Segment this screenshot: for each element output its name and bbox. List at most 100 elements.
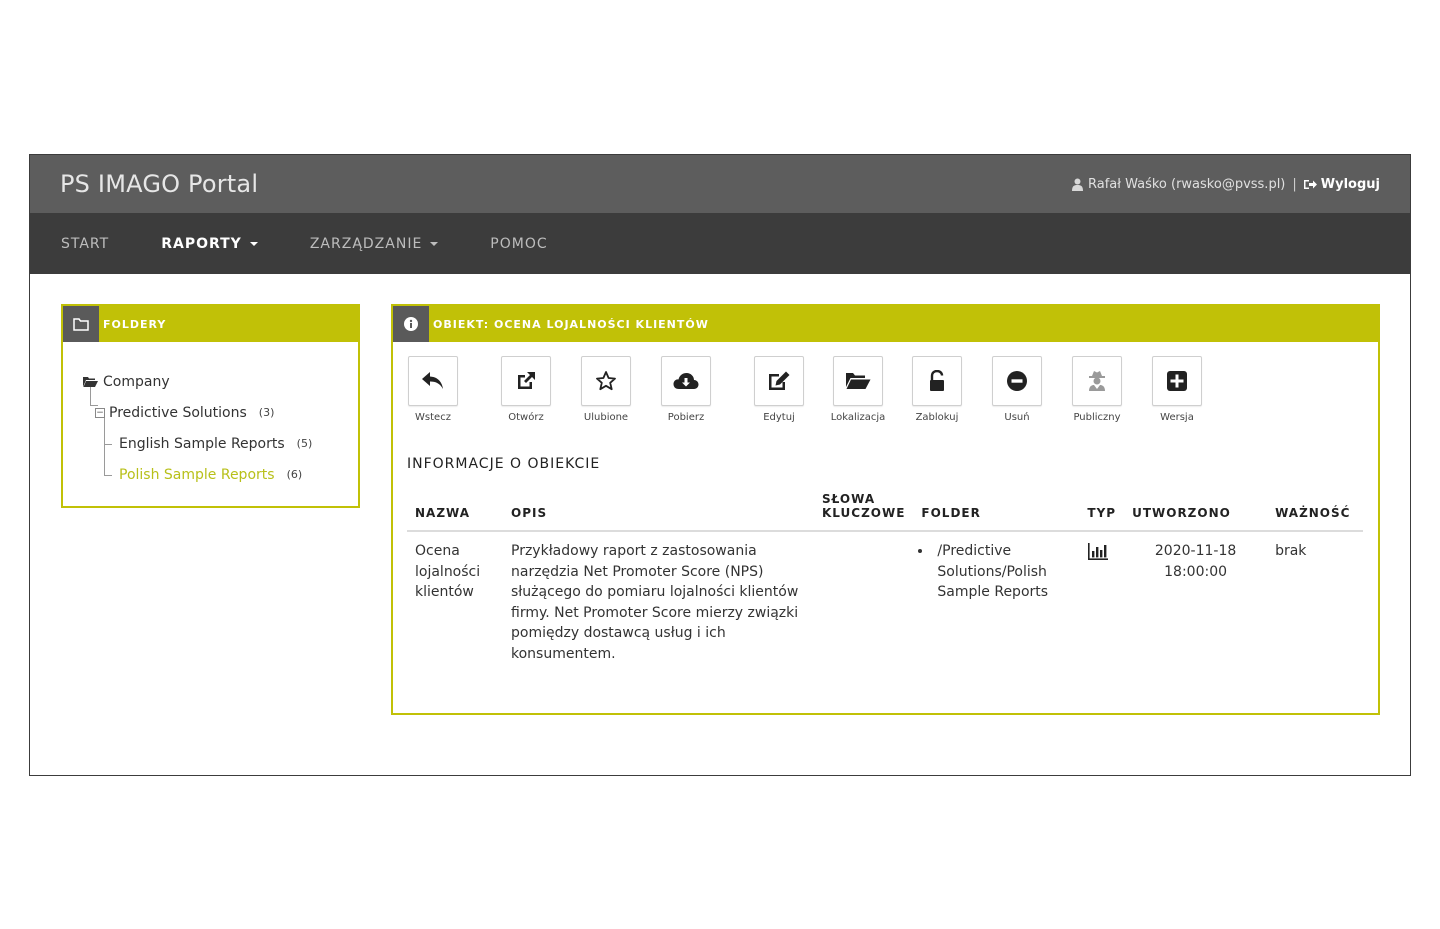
location-button-label: Lokalizacja	[830, 412, 886, 423]
tree-item-label: Company	[103, 373, 170, 390]
nav-zarzadzanie-label: ZARZĄDZANIE	[309, 235, 423, 252]
top-bar: PS IMAGO Portal Rafał Waśko (rwasko@pvss…	[30, 155, 1410, 213]
nav-pomoc[interactable]: POMOC	[490, 236, 547, 252]
folders-panel-title: FOLDERY	[103, 317, 167, 331]
tree-item-predictive-solutions[interactable]: − Predictive Solutions (3)	[83, 397, 358, 428]
caret-down-icon	[249, 241, 258, 246]
app-window: PS IMAGO Portal Rafał Waśko (rwasko@pvss…	[29, 154, 1411, 776]
created-time: 18:00:00	[1164, 563, 1228, 580]
folder-line: Solutions/Polish	[937, 563, 1047, 580]
favorite-button[interactable]: Ulubione	[581, 356, 631, 423]
user-name: Rafał Waśko (rwasko@pvss.pl)	[1088, 176, 1286, 192]
header-separator: |	[1292, 176, 1297, 192]
name-line: lojalności	[415, 563, 481, 580]
tree-item-english-sample-reports[interactable]: English Sample Reports (5)	[83, 428, 358, 459]
folder-open-icon	[846, 373, 871, 389]
folder-list-item[interactable]: /Predictive Solutions/Polish Sample Repo…	[933, 541, 1071, 603]
edit-button-label: Edytuj	[763, 412, 795, 423]
nav-raporty-label: RAPORTY	[161, 235, 242, 252]
tree-item-label: English Sample Reports	[119, 435, 285, 452]
cell-created: 2020-11-18 18:00:00	[1124, 531, 1267, 665]
col-validity: WAŻNOŚĆ	[1267, 492, 1363, 532]
public-button[interactable]: Publiczny	[1072, 356, 1122, 423]
object-panel: OBIEKT: OCENA LOJALNOŚCI KLIENTÓW Wstecz…	[391, 304, 1380, 715]
public-button-label: Publiczny	[1073, 412, 1121, 423]
collapse-icon[interactable]: −	[95, 407, 105, 418]
user-area: Rafał Waśko (rwasko@pvss.pl) | Wyloguj	[1072, 177, 1380, 192]
name-line: klientów	[415, 584, 474, 601]
cell-folder: /Predictive Solutions/Polish Sample Repo…	[913, 531, 1079, 665]
reply-icon	[422, 372, 443, 389]
desc-line: Przykładowy raport z zastosowania	[511, 543, 757, 559]
tree-item-polish-sample-reports[interactable]: Polish Sample Reports (6)	[83, 459, 358, 490]
app-title: PS IMAGO Portal	[60, 170, 259, 198]
open-button[interactable]: Otwórz	[501, 356, 551, 423]
col-folder: FOLDER	[913, 492, 1080, 532]
download-button-label: Pobierz	[667, 412, 705, 423]
object-panel-header: OBIEKT: OCENA LOJALNOŚCI KLIENTÓW	[393, 306, 1378, 342]
created-date: 2020-11-18	[1154, 543, 1237, 559]
cell-desc: Przykładowy raport z zastosowania narzęd…	[503, 531, 818, 665]
back-button-label: Wstecz	[415, 412, 451, 423]
col-desc: OPIS	[503, 492, 818, 532]
bar-chart-icon	[1088, 543, 1109, 560]
nav-raporty[interactable]: RAPORTY	[161, 236, 258, 252]
col-created: UTWORZONO	[1124, 492, 1268, 532]
nav-start[interactable]: START	[61, 236, 109, 252]
folder-line: Sample Reports	[937, 584, 1049, 601]
tree-item-count: (5)	[296, 437, 313, 450]
tree-item-count: (6)	[286, 468, 303, 481]
col-keywords-line1: SŁOWA	[822, 492, 876, 506]
folder-tree: Company − Predictive Solutions (3) Engli…	[63, 342, 358, 490]
nav-pomoc-label: POMOC	[490, 235, 548, 252]
folder-icon	[63, 306, 99, 342]
desc-line: pomiędzy dostawcą usług i ich	[511, 625, 726, 642]
desc-line: służącego do pomiaru lojalności klientów	[511, 584, 799, 601]
logout-label: Wyloguj	[1320, 176, 1380, 192]
edit-icon	[769, 371, 790, 390]
sign-out-icon	[1303, 179, 1317, 189]
unlock-icon	[930, 370, 944, 391]
object-toolbar: Wstecz Otwórz Ulubione Pobierz Edytuj Lo…	[393, 342, 1378, 442]
col-keywords-line2: KLUCZOWE	[822, 506, 906, 520]
name-line: Ocena	[415, 543, 460, 559]
minus-circle-icon	[1007, 371, 1027, 391]
tree-item-label: Predictive Solutions	[109, 404, 247, 421]
main-nav: START RAPORTY ZARZĄDZANIE POMOC	[30, 213, 1410, 274]
cell-type	[1079, 531, 1124, 665]
cell-keywords	[818, 531, 913, 665]
nav-start-label: START	[61, 235, 110, 252]
tree-item-company[interactable]: Company	[83, 366, 358, 397]
logout-link[interactable]: Wyloguj	[1303, 176, 1380, 192]
desc-line: firmy. Net Promoter Score mierzy związki	[511, 604, 799, 621]
col-type: TYP	[1079, 492, 1125, 532]
external-link-icon	[518, 372, 535, 389]
back-button[interactable]: Wstecz	[408, 356, 458, 423]
col-name: NAZWA	[407, 492, 503, 532]
lock-button[interactable]: Zablokuj	[912, 356, 962, 423]
favorite-button-label: Ulubione	[583, 412, 629, 423]
object-info-table: NAZWA OPIS SŁOWA KLUCZOWE FOLDER TYP UTW…	[407, 492, 1363, 665]
version-button[interactable]: Wersja	[1152, 356, 1202, 423]
table-row: Ocena lojalności klientów Przykładowy ra…	[407, 531, 1363, 665]
delete-button[interactable]: Usuń	[992, 356, 1042, 423]
lock-button-label: Zablokuj	[915, 412, 959, 423]
download-button[interactable]: Pobierz	[661, 356, 711, 423]
cell-validity: brak	[1275, 543, 1307, 559]
table-header-row: NAZWA OPIS SŁOWA KLUCZOWE FOLDER TYP UTW…	[407, 492, 1363, 532]
folder-list: /Predictive Solutions/Polish Sample Repo…	[921, 541, 1071, 603]
folders-panel: FOLDERY Company − Predictive Solutions (…	[61, 304, 360, 508]
delete-button-label: Usuń	[1004, 412, 1030, 423]
version-button-label: Wersja	[1160, 412, 1194, 423]
caret-down-icon	[430, 241, 439, 246]
user-secret-icon	[1089, 371, 1105, 391]
plus-square-icon	[1167, 371, 1187, 391]
user-icon	[1072, 178, 1084, 191]
object-panel-title: OBIEKT: OCENA LOJALNOŚCI KLIENTÓW	[433, 317, 709, 331]
edit-button[interactable]: Edytuj	[754, 356, 804, 423]
nav-zarzadzanie[interactable]: ZARZĄDZANIE	[309, 235, 439, 252]
location-button[interactable]: Lokalizacja	[831, 356, 885, 423]
cell-name: Ocena lojalności klientów	[407, 531, 503, 665]
cloud-download-icon	[673, 373, 699, 389]
tree-item-count: (3)	[258, 406, 275, 419]
